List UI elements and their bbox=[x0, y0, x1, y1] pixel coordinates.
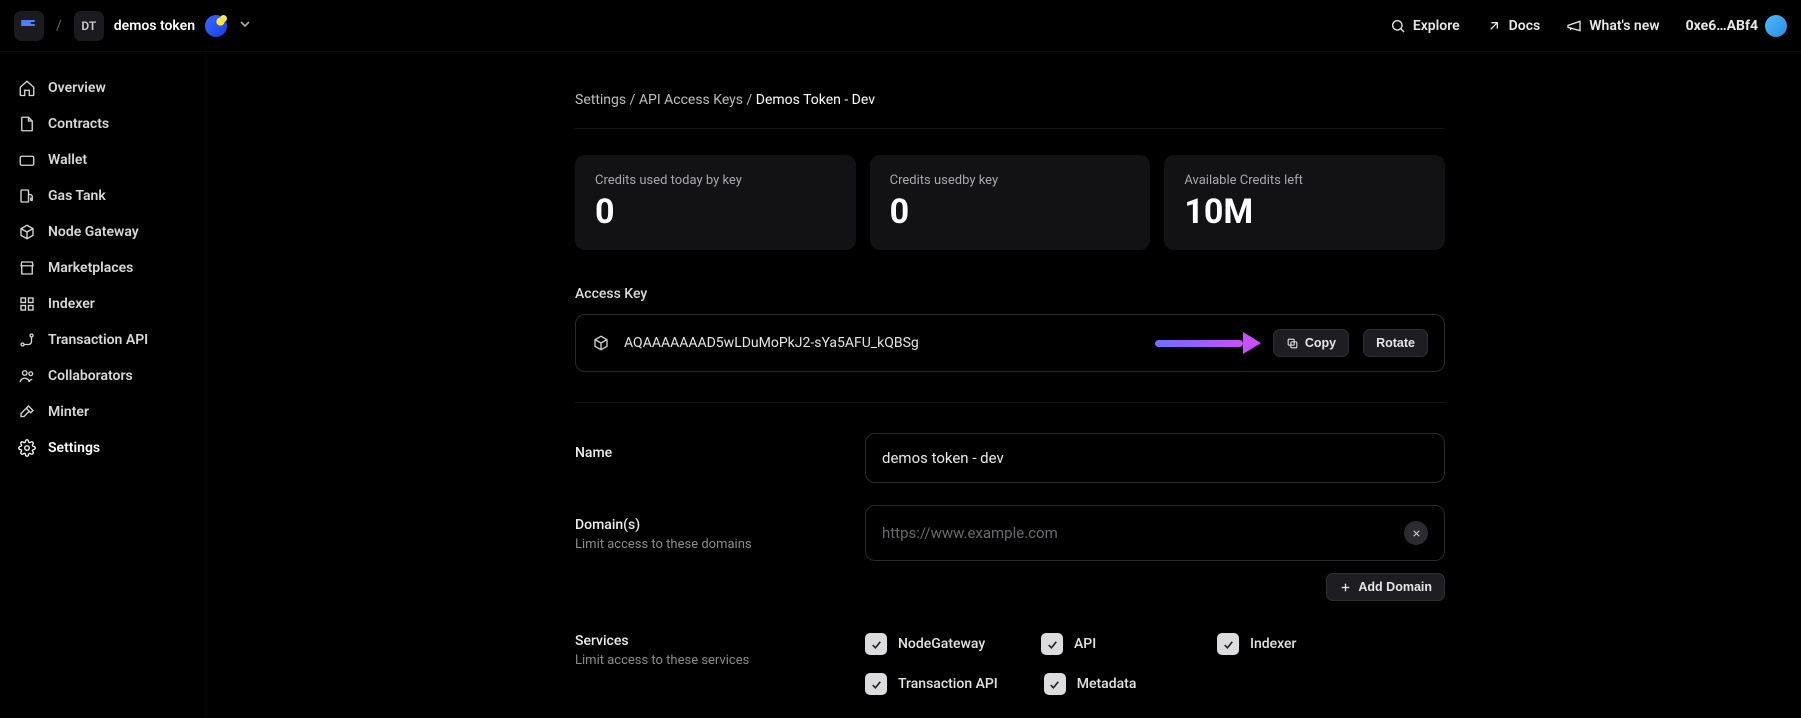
wallet-icon bbox=[18, 151, 36, 169]
services-label: Services bbox=[575, 633, 835, 649]
gear-icon bbox=[18, 439, 36, 457]
avatar bbox=[1765, 15, 1787, 37]
checkbox-api[interactable] bbox=[1041, 633, 1063, 655]
sidebar-item-minter[interactable]: Minter bbox=[8, 394, 196, 430]
name-label: Name bbox=[575, 445, 835, 461]
users-icon bbox=[18, 367, 36, 385]
sidebar-item-wallet[interactable]: Wallet bbox=[8, 142, 196, 178]
home-icon bbox=[18, 79, 36, 97]
annotation-arrow bbox=[1155, 334, 1259, 352]
stat-credits-today: Credits used today by key 0 bbox=[575, 155, 856, 250]
store-icon bbox=[18, 259, 36, 277]
sidebar: Overview Contracts Wallet Gas Tank Node … bbox=[0, 52, 205, 718]
app-logo[interactable] bbox=[14, 11, 44, 41]
route-icon bbox=[18, 331, 36, 349]
sidebar-item-contracts[interactable]: Contracts bbox=[8, 106, 196, 142]
docs-link[interactable]: Docs bbox=[1486, 18, 1541, 34]
explore-link[interactable]: Explore bbox=[1390, 18, 1460, 34]
checkbox-indexer[interactable] bbox=[1217, 633, 1239, 655]
check-icon bbox=[870, 638, 883, 651]
domain-input[interactable] bbox=[882, 524, 1404, 542]
close-icon bbox=[1411, 528, 1422, 539]
cube-icon bbox=[592, 334, 610, 352]
hammer-icon bbox=[18, 403, 36, 421]
sidebar-item-node-gateway[interactable]: Node Gateway bbox=[8, 214, 196, 250]
domains-label: Domain(s) bbox=[575, 517, 835, 533]
stat-credits-used: Credits usedby key 0 bbox=[870, 155, 1151, 250]
name-input[interactable] bbox=[882, 449, 1428, 467]
whats-new-link[interactable]: What's new bbox=[1566, 18, 1659, 34]
stat-credits-available: Available Credits left 10M bbox=[1164, 155, 1445, 250]
check-icon bbox=[870, 678, 883, 691]
access-key-value: AQAAAAAAAD5wLDuMoPkJ2-sYa5AFU_kQBSg bbox=[624, 335, 1141, 351]
external-link-icon bbox=[1486, 18, 1502, 34]
check-icon bbox=[1222, 638, 1235, 651]
domain-field-container bbox=[865, 505, 1445, 561]
sidebar-item-gas-tank[interactable]: Gas Tank bbox=[8, 178, 196, 214]
checkbox-label: Metadata bbox=[1077, 676, 1137, 692]
breadcrumb-separator: / bbox=[56, 18, 62, 34]
checkbox-label: API bbox=[1074, 636, 1096, 652]
checkbox-label: Indexer bbox=[1250, 636, 1297, 652]
copy-icon bbox=[1286, 337, 1299, 350]
project-badge[interactable]: DT bbox=[74, 11, 104, 41]
copy-button[interactable]: Copy bbox=[1273, 329, 1349, 357]
checkbox-nodegateway[interactable] bbox=[865, 633, 887, 655]
access-key-label: Access Key bbox=[575, 286, 1445, 302]
access-key-box: AQAAAAAAAD5wLDuMoPkJ2-sYa5AFU_kQBSg Copy… bbox=[575, 314, 1445, 372]
project-icon bbox=[205, 15, 227, 37]
checkbox-transaction-api[interactable] bbox=[865, 673, 887, 695]
sidebar-item-settings[interactable]: Settings bbox=[8, 430, 196, 466]
add-domain-button[interactable]: Add Domain bbox=[1326, 573, 1445, 601]
sidebar-item-transaction-api[interactable]: Transaction API bbox=[8, 322, 196, 358]
fuel-icon bbox=[18, 187, 36, 205]
chevron-down-icon[interactable] bbox=[237, 16, 253, 36]
cube-icon bbox=[18, 223, 36, 241]
wallet-address[interactable]: 0xe6…ABf4 bbox=[1686, 15, 1787, 37]
checkbox-label: NodeGateway bbox=[898, 636, 985, 652]
services-desc: Limit access to these services bbox=[575, 653, 835, 668]
domains-desc: Limit access to these domains bbox=[575, 537, 835, 552]
clear-domain-button[interactable] bbox=[1404, 521, 1428, 545]
file-icon bbox=[18, 115, 36, 133]
rotate-button[interactable]: Rotate bbox=[1363, 329, 1428, 357]
breadcrumb-api-keys[interactable]: API Access Keys bbox=[639, 92, 743, 108]
name-field-container bbox=[865, 433, 1445, 483]
breadcrumb-current: Demos Token - Dev bbox=[756, 92, 875, 108]
breadcrumb: Settings / API Access Keys / Demos Token… bbox=[575, 92, 1445, 129]
project-name[interactable]: demos token bbox=[114, 18, 195, 34]
sidebar-item-collaborators[interactable]: Collaborators bbox=[8, 358, 196, 394]
breadcrumb-settings[interactable]: Settings bbox=[575, 92, 626, 108]
sidebar-item-indexer[interactable]: Indexer bbox=[8, 286, 196, 322]
sidebar-item-marketplaces[interactable]: Marketplaces bbox=[8, 250, 196, 286]
search-icon bbox=[1390, 18, 1406, 34]
megaphone-icon bbox=[1566, 18, 1582, 34]
checkbox-label: Transaction API bbox=[898, 676, 998, 692]
check-icon bbox=[1048, 678, 1061, 691]
plus-icon bbox=[1339, 581, 1352, 594]
sidebar-item-overview[interactable]: Overview bbox=[8, 70, 196, 106]
checkbox-metadata[interactable] bbox=[1044, 673, 1066, 695]
check-icon bbox=[1046, 638, 1059, 651]
grid-icon bbox=[18, 295, 36, 313]
